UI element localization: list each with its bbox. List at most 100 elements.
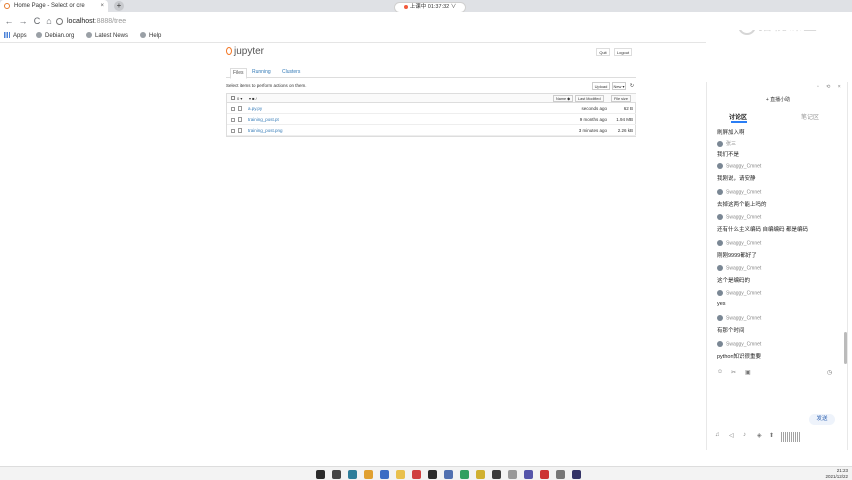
breadcrumb[interactable]: ▾ ■ / [249,94,257,103]
panel-window-controls[interactable]: ▫ ⟲ × [817,84,844,90]
file-list-header: 0 ▾ ▾ ■ / Name ◆ Last Modified File size [227,94,636,103]
chat-scrollbar[interactable] [844,332,847,364]
bookmark-label: Apps [13,33,27,39]
chat-user: Swaggy_Cmnet [717,341,761,347]
browser-tab[interactable]: Home Page - Select or cre × [0,0,108,12]
jupyter-logo-text: jupyter [234,46,265,57]
system-clock[interactable]: 21:23 2021/12/22 [818,468,848,480]
taskbar-app-icon[interactable] [524,470,533,479]
avatar [717,341,723,347]
reload-icon[interactable]: C [32,15,42,27]
jupyter-tabs: Files Running Clusters [226,68,636,79]
upload-button[interactable]: Upload [592,82,610,90]
back-arrow-icon[interactable]: ← [4,15,14,27]
chat-message-text: 去掉这两个能上吗的 [717,202,767,208]
file-list: 0 ▾ ▾ ■ / Name ◆ Last Modified File size… [226,93,636,137]
forward-arrow-icon[interactable]: → [18,15,28,27]
live-assistant-link[interactable]: + 直播小助 [707,96,849,103]
tab-files[interactable]: Files [230,68,247,79]
taskbar-app-icon[interactable] [396,470,405,479]
upload-icon[interactable]: ⬆ [769,432,774,439]
taskbar-app-icon[interactable] [428,470,437,479]
shield-icon[interactable]: ◈ [757,432,762,439]
select-all-checkbox[interactable] [231,96,235,100]
table-row[interactable]: training_post.pt 9 months ago 1.94 MB [227,114,636,125]
taskbar-app-icon[interactable] [412,470,421,479]
taskbar-app-icon[interactable] [572,470,581,479]
avatar [717,189,723,195]
chat-user: Swaggy_Cmnet [717,265,761,271]
refresh-icon[interactable]: ↻ [628,82,636,90]
taskbar-app-icon[interactable] [492,470,501,479]
sort-name-button[interactable]: Name ◆ [553,95,574,102]
info-icon[interactable] [56,17,63,25]
quit-button[interactable]: Quit [596,48,610,56]
taskbar-app-icon[interactable] [380,470,389,479]
file-name-link[interactable]: training_post.png [248,125,283,136]
close-tab-icon[interactable]: × [100,0,104,12]
bookmark-label: Debian.org [45,33,75,39]
bookmark-debian[interactable]: Debian.org [36,30,74,42]
new-tab-button[interactable]: + [114,1,124,11]
scissors-icon[interactable]: ✂ [731,369,736,376]
row-checkbox[interactable] [231,128,235,133]
avatar [717,214,723,220]
file-name-link[interactable]: training_post.pt [248,114,279,125]
chat-message-text: python知识很重要 [717,354,762,360]
file-modified: 9 months ago [579,117,607,122]
avatar [717,163,723,169]
row-checkbox[interactable] [231,106,235,111]
bookmark-apps[interactable]: Apps [4,30,27,42]
file-icon [238,117,242,122]
file-size: 62 B [623,106,633,111]
chat-username: Swaggy_Cmnet [726,265,762,272]
taskbar-app-icon[interactable] [316,470,325,479]
taskbar-app-icon[interactable] [540,470,549,479]
table-row[interactable]: training_post.png 3 minutes ago 2.26 kB [227,125,636,136]
row-checkbox[interactable] [231,117,235,122]
taskbar-app-icon[interactable] [476,470,485,479]
chat-username: Swaggy_Cmnet [726,290,762,297]
chat-message-text: 还有什么主义编码 自编编码 都是编码 [717,227,809,233]
avatar [717,265,723,271]
address-bar[interactable]: localhost:8888/tree [56,15,696,28]
bookmark-help[interactable]: Help [140,30,161,42]
history-icon[interactable]: ◷ [827,369,832,376]
music-icon[interactable]: ♪ [743,432,746,438]
chevron-down-icon: ∨ [450,4,457,10]
chat-message-text: 我们不是 [717,152,740,158]
home-icon[interactable]: ⌂ [44,15,54,27]
taskbar-app-icon[interactable] [444,470,453,479]
chat-message-list[interactable]: 刷屏加入啊 张三 我们不是 Swaggy_Cmnet 我刚说，请安静 Swagg… [707,128,839,368]
tab-running[interactable]: Running [252,68,271,77]
avatar [717,140,723,147]
chat-message-text: yes [717,301,726,307]
image-icon[interactable]: ▣ [745,369,751,376]
chat-user: Swaggy_Cmnet [717,315,761,321]
sort-size-button[interactable]: File size [611,95,631,102]
chat-user: 张三 [717,140,736,147]
taskbar-app-icon[interactable] [556,470,565,479]
tab-notes[interactable]: 笔记区 [801,112,819,121]
sort-modified-button[interactable]: Last Modified [575,95,604,102]
bookmark-latest-news[interactable]: Latest News [86,30,128,42]
speaker-icon[interactable]: ◁ [729,432,734,439]
tab-discussion[interactable]: 讨论区 [729,112,747,121]
tab-clusters[interactable]: Clusters [282,68,300,77]
taskbar-app-icon[interactable] [332,470,341,479]
file-name-link[interactable]: a.py.py [248,103,262,114]
send-button[interactable]: 发送 [809,414,835,425]
jupyter-logo[interactable]: jupyter [226,44,286,60]
taskbar-app-icon[interactable] [508,470,517,479]
table-row[interactable]: a.py.py seconds ago 62 B [227,103,636,114]
emoji-icon[interactable]: ☺ [717,369,723,375]
chat-user: Swaggy_Cmnet [717,189,761,195]
taskbar-app-icon[interactable] [348,470,357,479]
microphone-icon[interactable]: ♫ [715,432,720,438]
logout-button[interactable]: Logout [614,48,632,56]
apps-grid-icon [4,32,10,39]
new-dropdown-button[interactable]: New ▾ [612,82,626,90]
selected-count[interactable]: 0 ▾ [237,94,242,103]
taskbar-app-icon[interactable] [364,470,373,479]
taskbar-app-icon[interactable] [460,470,469,479]
